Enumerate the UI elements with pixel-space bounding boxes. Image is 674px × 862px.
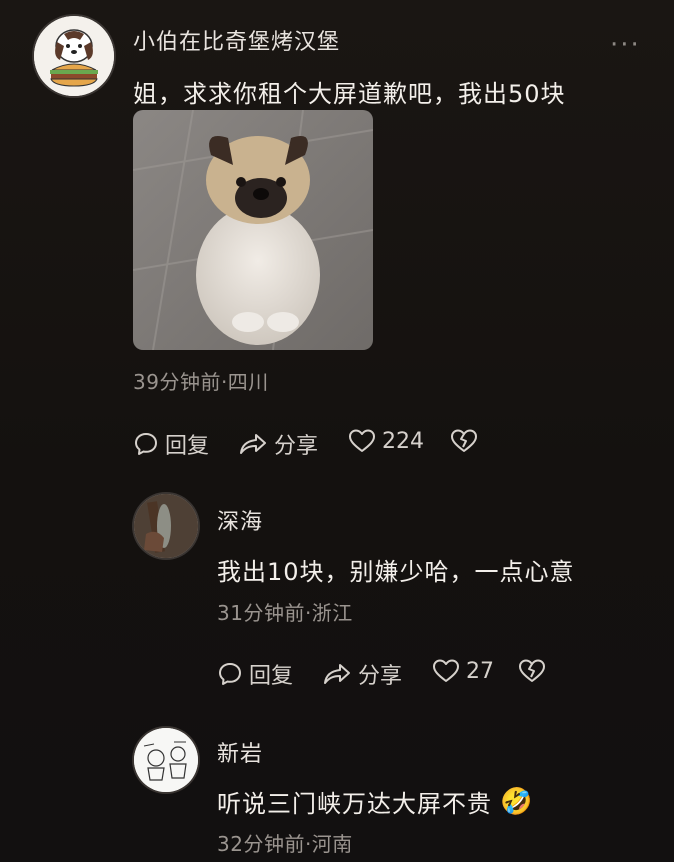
comment-2-text: 听说三门峡万达大屏不贵 — [217, 790, 492, 818]
comment-1-reply-button[interactable]: 回复 — [217, 658, 293, 690]
like-count: 224 — [382, 428, 424, 454]
reply-button[interactable]: 回复 — [133, 428, 209, 460]
heart-icon — [433, 659, 459, 682]
comment-1-like-button[interactable]: 27 — [432, 658, 494, 684]
rofl-emoji-icon: 🤣 — [500, 786, 534, 817]
comment-2-meta: 32分钟前·河南 — [217, 832, 353, 856]
sketch-avatar-icon — [134, 728, 198, 792]
comment-1-share-label: 分享 — [358, 664, 403, 689]
comment-1-avatar[interactable] — [134, 494, 198, 558]
like-button[interactable]: 224 — [348, 428, 424, 454]
comment-1-like-count: 27 — [466, 658, 494, 684]
post-image[interactable] — [133, 110, 373, 350]
puppy-photo — [133, 110, 373, 350]
fish-photo-avatar-icon — [134, 494, 198, 558]
comment-1-reply-label: 回复 — [249, 664, 294, 689]
share-arrow-icon — [240, 434, 266, 454]
post-text: 姐，求求你租个大屏道歉吧，我出50块 — [133, 80, 566, 108]
heart-icon — [349, 429, 375, 452]
comment-1-meta: 31分钟前·浙江 — [217, 601, 353, 625]
share-label: 分享 — [274, 434, 319, 459]
dislike-button[interactable] — [450, 428, 478, 454]
share-arrow-icon — [324, 664, 350, 684]
comment-bubble-icon — [135, 433, 157, 455]
share-button[interactable]: 分享 — [238, 428, 318, 460]
comment-2-text-row: 听说三门峡万达大屏不贵 🤣 — [217, 784, 533, 819]
comment-1-share-button[interactable]: 分享 — [322, 658, 402, 690]
comment-1-author[interactable]: 深海 — [217, 504, 263, 536]
dog-burger-avatar-icon — [34, 16, 114, 96]
post-author-avatar[interactable] — [34, 16, 114, 96]
comment-2-avatar[interactable] — [134, 728, 198, 792]
comment-1-dislike-button[interactable] — [518, 658, 546, 684]
post-author-name[interactable]: 小伯在比奇堡烤汉堡 — [133, 24, 340, 56]
comment-2-author[interactable]: 新岩 — [217, 736, 263, 768]
post-meta: 39分钟前·四川 — [133, 370, 269, 394]
broken-heart-icon — [451, 429, 477, 452]
broken-heart-icon — [519, 659, 545, 682]
reply-label: 回复 — [165, 434, 210, 459]
more-options-icon[interactable]: ··· — [610, 30, 641, 60]
comment-bubble-icon — [219, 663, 241, 685]
comment-1-text: 我出10块，别嫌少哈，一点心意 — [217, 558, 575, 586]
